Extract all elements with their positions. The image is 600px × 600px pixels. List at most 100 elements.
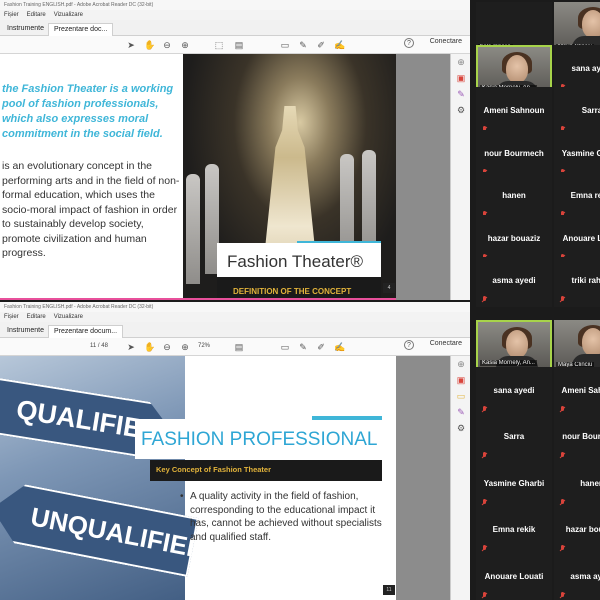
muted-mic-icon <box>560 545 565 552</box>
zoom-out-icon[interactable]: ⊖ <box>162 342 172 352</box>
participant-name: nour Bourmech <box>484 148 544 158</box>
document-area[interactable]: QUALIFIED UNQUALIFIED FASHION PROFESSION… <box>0 356 450 600</box>
title-card: FASHION PROFESSIONAL <box>135 419 385 459</box>
participant-tile[interactable]: Yasmine Gharbi <box>476 459 552 510</box>
menu-view[interactable]: Vizualizare <box>54 12 83 18</box>
participant-name: Yasmine Gharbi <box>483 478 545 488</box>
more-tools-icon[interactable]: ⚙ <box>451 102 470 118</box>
hand-icon[interactable]: ✋ <box>144 40 155 50</box>
help-icon[interactable]: ? <box>404 340 414 350</box>
menu-edit[interactable]: Editare <box>27 314 46 320</box>
participant-name: hazar bouaziz <box>565 525 600 534</box>
pen-icon[interactable]: ✎ <box>298 342 308 352</box>
participant-tile[interactable]: Ameni Sahnoun <box>554 366 600 417</box>
participant-tile[interactable]: Emna rekik <box>476 506 552 556</box>
export-pdf-icon[interactable]: ▣ <box>451 70 470 86</box>
menu-file[interactable]: Fișier <box>4 12 19 18</box>
zoom-icon[interactable]: ⊕ <box>451 356 470 372</box>
cursor-icon[interactable]: ➤ <box>126 40 136 50</box>
comment-icon[interactable]: ▭ <box>280 342 290 352</box>
participant-label: Kasia Mornely, An... <box>480 360 537 366</box>
right-tools-panel: ⊕ ▣ ✎ ⚙ <box>450 54 470 300</box>
slide-title: Fashion Theater® <box>227 252 364 271</box>
edit-pdf-icon[interactable]: ✎ <box>451 404 470 420</box>
document-area[interactable]: the Fashion Theater is a working pool of… <box>0 54 450 300</box>
participant-tile[interactable]: hazar bouaziz <box>554 506 600 556</box>
tab-document[interactable]: Prezentare doc... <box>48 23 114 36</box>
connect-button[interactable]: Conectare <box>430 340 462 347</box>
muted-mic-icon <box>482 452 487 459</box>
slide-page: QUALIFIED UNQUALIFIED FASHION PROFESSION… <box>0 356 396 600</box>
sign-icon[interactable]: ✍ <box>334 40 345 50</box>
subtitle-bar: Key Concept of Fashion Theater <box>150 460 382 481</box>
highlight-icon[interactable]: ✐ <box>316 342 326 352</box>
tab-tools[interactable]: Instrumente <box>2 23 49 36</box>
participant-tile[interactable]: Maya Clinciu <box>554 320 600 370</box>
participant-name: Sarra <box>503 432 525 441</box>
hand-icon[interactable]: ✋ <box>144 342 155 352</box>
zoom-level[interactable]: 72% <box>198 343 210 349</box>
participant-name: nour Bourmech <box>562 432 600 441</box>
participant-face <box>582 10 600 38</box>
participant-name: Yasmine Gharbi <box>561 148 600 158</box>
pen-icon[interactable]: ✎ <box>298 40 308 50</box>
menu-edit[interactable]: Editare <box>27 12 46 18</box>
highlight-icon[interactable]: ✐ <box>316 40 326 50</box>
zoom-icon[interactable]: ⊕ <box>451 54 470 70</box>
participant-tile[interactable]: Sarra <box>476 413 552 463</box>
muted-mic-icon <box>482 405 487 413</box>
sign-icon[interactable]: ✍ <box>334 342 345 352</box>
participant-name: Anouare Louati <box>484 571 544 581</box>
acrobat-window-bottom: Fashion Training ENGLISH.pdf - Adobe Acr… <box>0 302 470 600</box>
tab-document[interactable]: Prezentare docum... <box>48 325 124 338</box>
page-view-icon[interactable]: ▤ <box>234 342 244 352</box>
participant-tile[interactable]: sana ayedi <box>476 366 552 417</box>
comment-icon[interactable]: ▭ <box>280 40 290 50</box>
edit-pdf-icon[interactable]: ✎ <box>451 86 470 102</box>
participant-face <box>506 330 528 358</box>
participant-tile[interactable]: nour Bourmech <box>554 413 600 463</box>
bullet-marker: • <box>180 491 184 502</box>
slide-bullet: • A quality activity in the field of fas… <box>180 490 384 544</box>
menu-file[interactable]: Fișier <box>4 314 19 320</box>
tab-tools[interactable]: Instrumente <box>2 325 49 338</box>
participant-tile[interactable]: asma ayedi <box>476 257 552 307</box>
page-number: 4 <box>383 283 395 293</box>
muted-mic-icon <box>560 296 565 303</box>
cursor-icon[interactable]: ➤ <box>126 342 136 352</box>
menu-bar: Fișier Editare Vizualizare <box>0 312 470 322</box>
slide-page: the Fashion Theater is a working pool of… <box>0 54 396 298</box>
participant-name: Sarra <box>581 106 600 115</box>
more-tools-icon[interactable]: ⚙ <box>451 420 470 436</box>
participant-name: sana ayedi <box>493 385 535 395</box>
export-pdf-icon[interactable]: ▣ <box>451 372 470 388</box>
participant-tile[interactable]: asma ayedi <box>554 552 600 600</box>
participant-tile[interactable]: Anouare Louati <box>476 552 552 600</box>
menu-view[interactable]: Vizualizare <box>54 314 83 320</box>
participant-name: asma ayedi <box>570 571 600 581</box>
zoom-in-icon[interactable]: ⊕ <box>180 342 190 352</box>
muted-mic-icon <box>560 591 565 599</box>
slide-body-text: is an evolutionary concept in the perfor… <box>2 160 180 259</box>
connect-button[interactable]: Conectare <box>430 38 462 45</box>
participant-name: Anouare Louati <box>562 233 600 243</box>
slide-subtitle: Key Concept of Fashion Theater <box>156 465 272 474</box>
page-number: 11 <box>383 585 395 595</box>
zoom-in-icon[interactable]: ⊕ <box>180 40 190 50</box>
participant-name: Ameni Sahnoun <box>483 106 545 115</box>
right-tools-panel: ⊕ ▣ ▭ ✎ ⚙ <box>450 356 470 600</box>
comment-tool-icon[interactable]: ▭ <box>451 388 470 404</box>
participant-name: asma ayedi <box>492 276 536 285</box>
acrobat-window-top: Fashion Training ENGLISH.pdf - Adobe Acr… <box>0 0 470 300</box>
zoom-out-icon[interactable]: ⊖ <box>162 40 172 50</box>
page-indicator[interactable]: 11 / 48 <box>90 343 108 349</box>
help-icon[interactable]: ? <box>404 38 414 48</box>
fit-page-icon[interactable]: ⬚ <box>214 40 224 50</box>
participant-tile[interactable]: triki rahma <box>554 257 600 307</box>
slide-subtitle: DEFINITION OF THE CONCEPT <box>233 287 352 296</box>
menu-bar: Fișier Editare Vizualizare <box>0 10 470 20</box>
participant-tile[interactable]: hanen <box>554 459 600 510</box>
participant-tile[interactable]: Kasia Mornely, An... <box>476 320 552 370</box>
page-view-icon[interactable]: ▤ <box>234 40 244 50</box>
participant-name: Emna rekik <box>570 191 600 200</box>
